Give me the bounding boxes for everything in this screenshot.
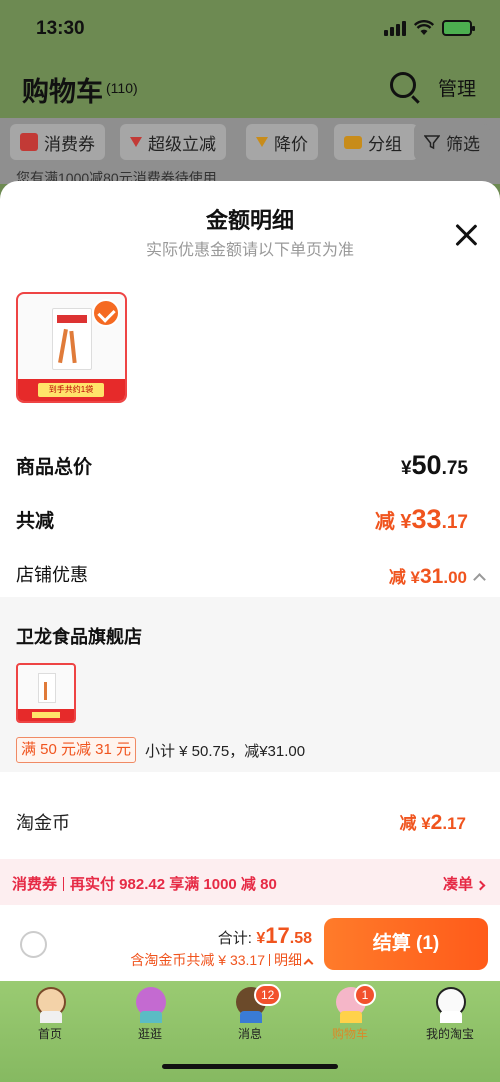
check-icon[interactable] [92,299,120,327]
message-badge: 12 [254,984,282,1006]
tab-cart[interactable]: 1 购物车 [300,981,400,1051]
tab-label: 首页 [37,1027,62,1041]
filter-chips: 消费券 超级立减 降价 分组 筛选 您有满1000减80元消费券待使用 [0,118,500,186]
detail-toggle[interactable]: 明细 [274,952,302,968]
chip-label: 消费券 [44,134,95,154]
chip-filter[interactable]: 筛选 [414,124,490,160]
taojinbi-label: 淘金币 [16,813,70,833]
total-amount: 合计: ¥17.58 [217,923,312,948]
coupon-tag: 消费券 [12,876,58,893]
coupon-text: 再实付 982.42 享满 1000 减 80 [70,876,277,893]
coupon-info: 消费券 再实付 982.42 享满 1000 减 80 [12,873,277,894]
manage-button[interactable]: 管理 [438,74,476,101]
tab-messages[interactable]: 12 消息 [200,981,300,1051]
tab-explore[interactable]: 逛逛 [100,981,200,1051]
battery-icon [442,20,475,36]
total-discount-info[interactable]: 含淘金币共减 ¥ 33.17 明细 [130,950,314,970]
close-icon[interactable] [452,221,480,249]
total-price-value: ¥50.75 [400,450,468,480]
shop-discount-label: 店铺优惠 [16,565,88,585]
total-reduce-value: 减 ¥33.17 [374,504,468,534]
status-time: 13:30 [36,18,85,39]
chip-label: 筛选 [446,134,480,154]
tab-label: 消息 [237,1027,262,1041]
wifi-icon [414,20,434,35]
select-all-checkbox[interactable] [20,931,47,958]
total-reduce-label: 共减 [16,511,55,532]
chevron-right-icon [475,880,486,891]
taojinbi-value: 减 ¥2.17 [399,811,466,834]
add-items-link[interactable]: 凑单 [443,873,486,894]
product-badge: 到手共约1袋 [38,383,104,397]
promo-tag: 满 50 元减 31 元 [16,737,137,763]
tab-label: 购物车 [331,1027,368,1041]
cart-header: 购物车 (110) 管理 [0,62,500,114]
chevron-up-icon [303,958,314,969]
home-indicator [162,1064,338,1069]
chevron-up-icon [473,573,486,586]
coupon-bar: 消费券 再实付 982.42 享满 1000 减 80 凑单 [0,859,500,905]
sheet-title: 金额明细 [205,208,294,233]
amount-detail-sheet: 金额明细 实际优惠金额请以下单页为准 到手共约1袋 商品总价 ¥50.75 共减… [0,181,500,907]
sheet-subtitle: 实际优惠金额请以下单页为准 [145,242,354,259]
total-price-label: 商品总价 [16,457,93,478]
chip-label: 降价 [274,134,308,154]
search-icon[interactable] [390,72,416,98]
tab-label: 我的淘宝 [425,1027,474,1041]
arrow-down-icon [130,137,142,147]
shop-discount-value: 减 ¥31.00 [389,563,486,589]
store-subtotal: 小计 ¥ 50.75，减¥31.00 [145,743,306,760]
status-icons [384,20,475,36]
checkout-bar: 合计: ¥17.58 含淘金币共减 ¥ 33.17 明细 结算 (1) [0,905,500,981]
tab-profile[interactable]: 我的淘宝 [400,981,500,1051]
chip-price-drop[interactable]: 降价 [246,124,318,160]
chip-label: 分组 [368,134,402,154]
product-image [52,308,92,370]
tab-home[interactable]: 首页 [0,981,100,1051]
cart-count: (110) [106,80,138,96]
page-title: 购物车 [22,77,103,107]
arrow-down-icon [256,137,268,147]
store-discount-panel: 卫龙食品旗舰店 满 50 元减 31 元 小计 ¥ 50.75，减¥31.00 [0,597,500,772]
chip-label: 超级立减 [148,134,216,154]
cart-badge: 1 [354,984,376,1006]
chip-group[interactable]: 分组 [334,124,418,160]
chip-coupon[interactable]: 消费券 [10,124,105,160]
coupon-icon [20,133,38,151]
chip-super-discount[interactable]: 超级立减 [120,124,226,160]
store-product-thumbnail [16,663,76,723]
filter-icon [424,135,440,150]
status-bar: 13:30 [0,0,500,60]
tab-label: 逛逛 [137,1027,162,1041]
checkout-button[interactable]: 结算 (1) [324,918,488,970]
signal-icon [384,20,406,36]
folder-icon [344,135,362,149]
store-name: 卫龙食品旗舰店 [16,627,142,647]
